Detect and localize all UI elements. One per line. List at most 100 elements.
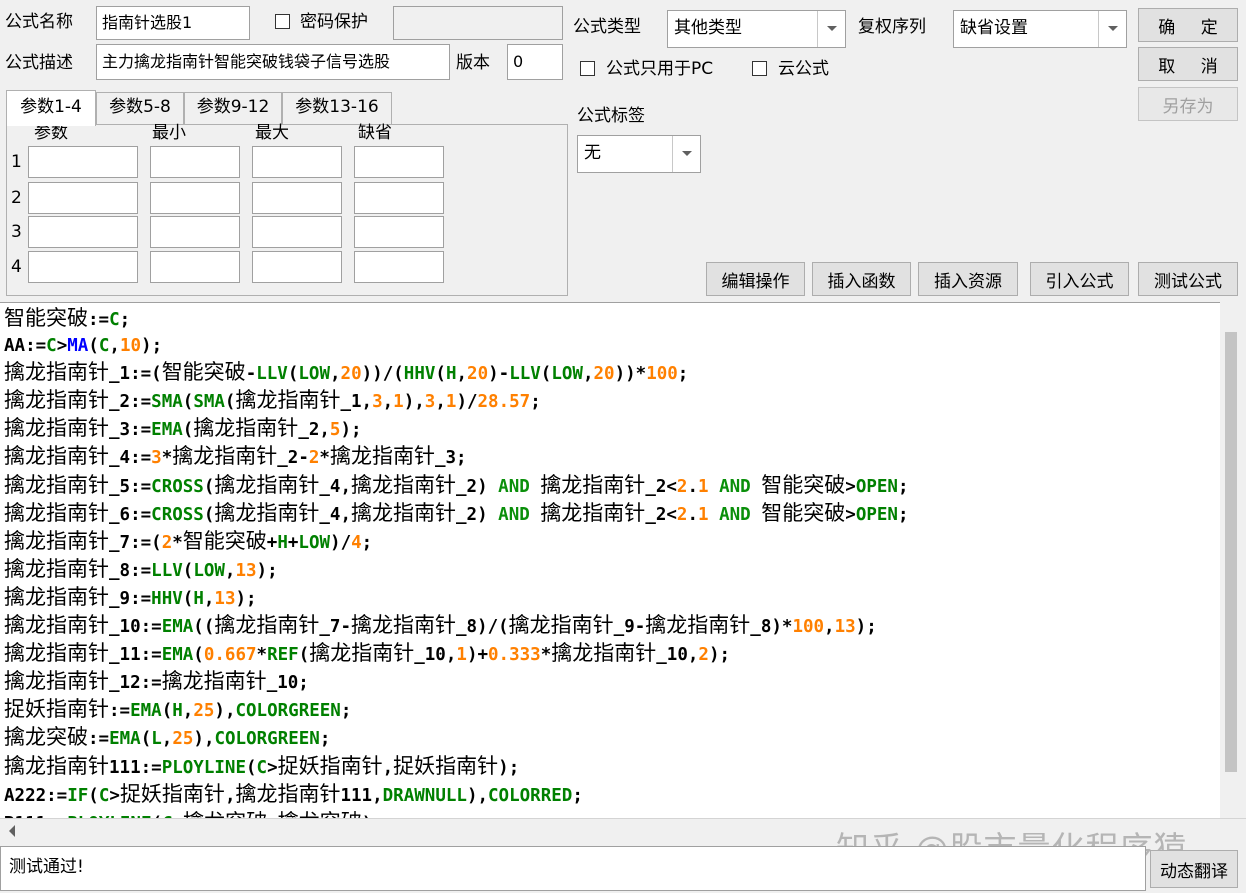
code-token: 擒龙指南针 <box>350 613 456 638</box>
param-3-max-input[interactable] <box>252 216 342 248</box>
tag-select[interactable]: 无 <box>577 135 701 173</box>
code-line[interactable]: 擒龙指南针_10:=EMA((擒龙指南针_7-擒龙指南针_8)/(擒龙指南针_9… <box>4 612 1214 640</box>
code-token: ), <box>466 785 489 806</box>
chevron-down-icon[interactable] <box>817 11 845 47</box>
code-line[interactable]: 擒龙指南针_8:=LLV(LOW,13); <box>4 556 1214 584</box>
param-1-default-input[interactable] <box>354 146 444 178</box>
code-token: ))* <box>614 364 647 385</box>
code-token: SMA <box>151 392 183 413</box>
param-1-min-input[interactable] <box>150 146 240 178</box>
code-token: LOW <box>298 532 331 553</box>
code-token: (( <box>193 617 215 638</box>
code-token: _7:=( <box>109 532 162 553</box>
test-formula-button[interactable]: 测试公式 <box>1138 262 1238 296</box>
code-token: 1 <box>698 476 709 497</box>
rights-select[interactable]: 缺省设置 <box>953 10 1127 48</box>
code-line[interactable]: A222:=IF(C>捉妖指南针,擒龙指南针111,DRAWNULL),COLO… <box>4 781 1214 809</box>
password-input[interactable] <box>393 6 563 40</box>
code-line[interactable]: 擒龙指南针_1:=(智能突破-LLV(LOW,20))/(HHV(H,20)-L… <box>4 359 1214 387</box>
code-token: > <box>845 504 856 525</box>
code-token: ( <box>88 336 99 357</box>
param-4-min-input[interactable] <box>150 251 240 283</box>
code-token: 25 <box>172 729 194 750</box>
code-token: 10 <box>119 336 142 357</box>
code-token: AND <box>498 476 530 497</box>
param-2-max-input[interactable] <box>252 182 342 214</box>
code-token: > <box>56 336 68 357</box>
param-4-name-input[interactable] <box>28 251 138 283</box>
code-line[interactable]: 擒龙指南针_12:=擒龙指南针_10; <box>4 668 1214 696</box>
param-4-max-input[interactable] <box>252 251 342 283</box>
param-3-min-input[interactable] <box>150 216 240 248</box>
param-1-name-input[interactable] <box>28 146 138 178</box>
cloud-formula-checkbox[interactable] <box>752 61 767 76</box>
chevron-down-icon[interactable] <box>1098 11 1126 47</box>
save-as-button[interactable]: 另存为 <box>1138 87 1238 121</box>
code-line[interactable]: 擒龙指南针_5:=CROSS(擒龙指南针_4,擒龙指南针_2) AND 擒龙指南… <box>4 472 1214 500</box>
code-line[interactable]: 擒龙指南针111:=PLOYLINE(C>捉妖指南针,捉妖指南针); <box>4 753 1214 781</box>
formula-desc-input[interactable]: 主力擒龙指南针智能突破钱袋子信号选股 <box>96 44 450 80</box>
code-text[interactable]: 智能突破:=C; AA:=C>MA(C,10); 擒龙指南针_1:=(智能突破-LL… <box>4 305 1214 842</box>
param-2-default-input[interactable] <box>354 182 444 214</box>
import-formula-button[interactable]: 引入公式 <box>1030 262 1129 296</box>
param-4-default-input[interactable] <box>354 251 444 283</box>
tab-params-13-16[interactable]: 参数13-16 <box>282 92 392 124</box>
code-token: * <box>172 532 183 553</box>
code-token: ; <box>340 701 352 722</box>
code-line[interactable]: 擒龙指南针_9:=HHV(H,13); <box>4 584 1214 612</box>
code-token: , <box>161 729 173 750</box>
code-editor[interactable]: 智能突破:=C; AA:=C>MA(C,10); 擒龙指南针_1:=(智能突破-LL… <box>0 302 1246 842</box>
code-token: 111, <box>340 785 383 806</box>
code-token: 1 <box>393 392 404 413</box>
param-3-name-input[interactable] <box>28 216 138 248</box>
code-token: 20 <box>340 364 362 385</box>
edit-ops-button[interactable]: 编辑操作 <box>706 262 805 296</box>
status-output: 测试通过! <box>0 846 1146 891</box>
code-token: _3; <box>434 448 467 469</box>
code-token: _10, <box>414 645 457 666</box>
code-line[interactable]: 擒龙指南针_11:=EMA(0.667*REF(擒龙指南针_10,1)+0.33… <box>4 640 1214 668</box>
scroll-left-icon[interactable] <box>8 825 16 837</box>
param-2-min-input[interactable] <box>150 182 240 214</box>
code-token: PLOYLINE <box>161 757 246 778</box>
code-token: COLORGREEN <box>235 701 341 722</box>
code-line[interactable]: 擒龙指南针_7:=(2*智能突破+H+LOW)/4; <box>4 528 1214 556</box>
code-line[interactable]: 擒龙指南针_4:=3*擒龙指南针_2-2*擒龙指南针_3; <box>4 443 1214 471</box>
code-token: _10:= <box>109 617 162 638</box>
tab-params-1-4[interactable]: 参数1-4 <box>6 90 96 126</box>
dynamic-translate-button[interactable]: 动态翻译 <box>1150 850 1238 888</box>
chevron-down-icon[interactable] <box>672 136 700 172</box>
formula-name-input[interactable]: 指南针选股1 <box>96 6 250 40</box>
param-3-default-input[interactable] <box>354 216 444 248</box>
cloud-formula-label: 云公式 <box>778 59 829 79</box>
tab-params-9-12[interactable]: 参数9-12 <box>184 92 282 124</box>
formula-desc-label: 公式描述 <box>5 53 73 73</box>
code-token: 擒龙指南针 <box>4 669 109 694</box>
version-input[interactable]: 0 <box>507 44 563 80</box>
param-2-name-input[interactable] <box>28 182 138 214</box>
tab-params-5-8[interactable]: 参数5-8 <box>96 92 184 124</box>
insert-resource-button[interactable]: 插入资源 <box>918 262 1018 296</box>
param-col-min: 最小 <box>152 123 186 143</box>
code-line[interactable]: 智能突破:=C; <box>4 305 1214 333</box>
code-token: , <box>435 392 446 413</box>
cancel-button[interactable]: 取 消 <box>1138 47 1238 81</box>
code-line[interactable]: 捉妖指南针:=EMA(H,25),COLORGREEN; <box>4 696 1214 724</box>
ok-button[interactable]: 确 定 <box>1138 8 1238 42</box>
formula-type-select[interactable]: 其他类型 <box>667 10 846 48</box>
pc-only-checkbox[interactable] <box>580 61 595 76</box>
password-checkbox[interactable] <box>275 14 290 29</box>
code-line[interactable]: 擒龙指南针_2:=SMA(SMA(擒龙指南针_1,3,1),3,1)/28.57… <box>4 387 1214 415</box>
code-line[interactable]: AA:=C>MA(C,10); <box>4 333 1214 359</box>
code-line[interactable]: 擒龙突破:=EMA(L,25),COLORGREEN; <box>4 724 1214 752</box>
scroll-thumb[interactable] <box>1225 332 1237 772</box>
rights-value: 缺省设置 <box>960 18 1028 38</box>
code-token: _2:= <box>109 392 152 413</box>
code-line[interactable]: 擒龙指南针_3:=EMA(擒龙指南针_2,5); <box>4 415 1214 443</box>
code-token: 擒龙指南针 <box>351 472 456 497</box>
param-1-max-input[interactable] <box>252 146 342 178</box>
code-line[interactable]: 擒龙指南针_6:=CROSS(擒龙指南针_4,擒龙指南针_2) AND 擒龙指南… <box>4 500 1214 528</box>
vertical-scrollbar[interactable] <box>1220 302 1246 818</box>
insert-function-button[interactable]: 插入函数 <box>812 262 911 296</box>
code-token: CROSS <box>151 504 204 525</box>
